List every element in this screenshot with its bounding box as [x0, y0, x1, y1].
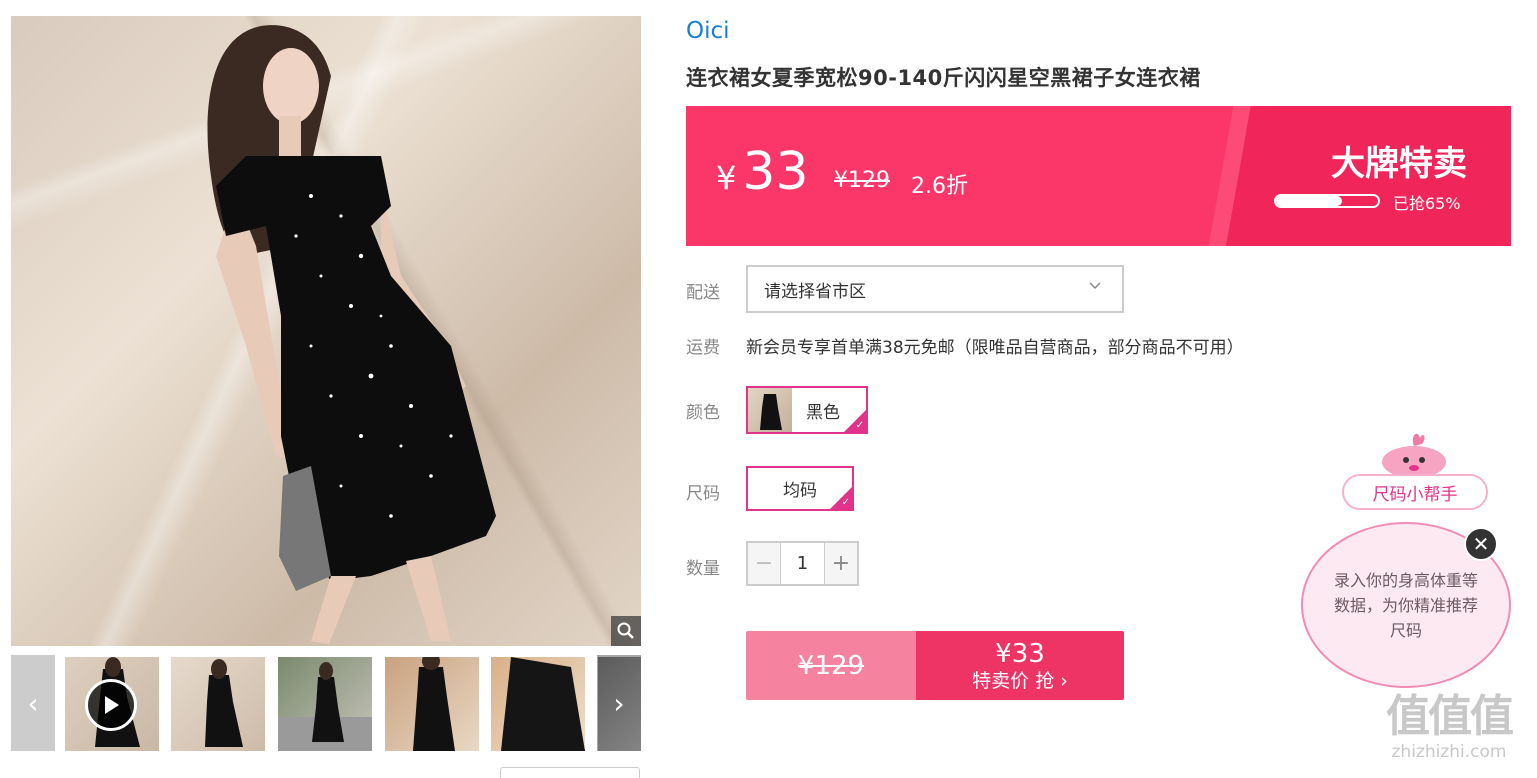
size-helper-message: 录入你的身高体重等数据，为你精准推荐尺码: [1333, 570, 1478, 640]
buy-now-box[interactable]: ¥129 ¥33 特卖价 抢 ›: [746, 631, 1124, 700]
sale-price-value: 33: [742, 142, 809, 202]
buy-now-button[interactable]: ¥33 特卖价 抢 ›: [916, 631, 1124, 700]
color-option-black[interactable]: 黑色 ✓: [746, 386, 868, 434]
cutoff-button[interactable]: [500, 767, 640, 778]
thumbnail-next-button[interactable]: ›: [597, 655, 641, 751]
thumbnail-figure: [413, 657, 455, 751]
thumbnail-image[interactable]: [171, 657, 265, 751]
thumbnail-video[interactable]: [65, 657, 159, 751]
thumbnail-figure: [205, 659, 243, 747]
size-label: 尺码: [686, 484, 720, 504]
sold-progress-fill: [1276, 196, 1343, 206]
thumbnail-image[interactable]: [385, 657, 479, 751]
price-banner: ¥ 33 ¥129 2.6折 大牌特卖 已抢65%: [686, 106, 1511, 246]
brand-link[interactable]: Oici: [686, 18, 730, 44]
thumbnail-figure: [278, 662, 372, 751]
bottom-cutoff-row: [0, 765, 1537, 778]
mascot-icon: [1382, 433, 1446, 478]
model-figure: [207, 25, 496, 644]
color-swatch-image: [748, 388, 792, 432]
thumbnail-strip: ‹ ›: [11, 655, 641, 751]
buy-sale-price: ¥33: [995, 638, 1045, 669]
play-video-button[interactable]: [85, 679, 137, 731]
chevron-down-icon: [1088, 279, 1102, 295]
sold-progress-label: 已抢65%: [1393, 194, 1461, 213]
watermark-url: zhizhizhi.com: [1391, 742, 1507, 762]
shipping-label: 运费: [686, 338, 720, 358]
size-helper-button[interactable]: 尺码小帮手: [1342, 474, 1488, 510]
thumbnail-image[interactable]: [491, 657, 585, 751]
sale-price: ¥ 33: [716, 142, 809, 202]
chevron-left-icon: ‹: [27, 686, 39, 720]
thumbnail-image[interactable]: [278, 657, 372, 751]
main-product-image[interactable]: [11, 16, 641, 646]
close-icon[interactable]: ✕: [1464, 527, 1498, 561]
delivery-placeholder: 请选择省市区: [764, 281, 866, 302]
delivery-label: 配送: [686, 283, 720, 303]
flash-sale-badge: 大牌特卖: [1331, 144, 1467, 184]
color-label: 颜色: [686, 403, 720, 423]
buy-action-label: 特卖价 抢 ›: [972, 669, 1068, 692]
chevron-right-icon: ›: [613, 686, 625, 720]
currency-symbol: ¥: [716, 159, 737, 197]
size-helper-widget: 尺码小帮手 录入你的身高体重等数据，为你精准推荐尺码 ✕: [1298, 430, 1518, 695]
quantity-decrease-button[interactable]: −: [748, 543, 780, 584]
size-option-onesize[interactable]: 均码 ✓: [746, 466, 854, 511]
watermark: 值值值 zhizhizhi.com: [1386, 691, 1514, 763]
product-title: 连衣裙女夏季宽松90-140斤闪闪星空黑裙子女连衣裙: [686, 66, 1201, 90]
magnifier-icon: [617, 622, 634, 639]
play-icon: [105, 696, 119, 714]
discount-label: 2.6折: [911, 174, 968, 199]
shipping-info: 新会员专享首单满38元免邮（限唯品自营商品，部分商品不可用）: [746, 338, 1244, 358]
quantity-stepper: − 1 +: [746, 541, 859, 586]
buy-original-price: ¥129: [746, 631, 916, 700]
watermark-logo: 值值值: [1386, 691, 1514, 742]
thumbnail-prev-button[interactable]: ‹: [11, 655, 55, 751]
color-option-label: 黑色: [806, 402, 840, 423]
quantity-label: 数量: [686, 559, 720, 579]
quantity-increase-button[interactable]: +: [825, 543, 857, 584]
delivery-region-select[interactable]: 请选择省市区: [746, 265, 1124, 313]
size-option-label: 均码: [783, 481, 817, 501]
product-page: ‹ › Oici 连衣裙女夏季宽松90-140斤闪闪星空黑裙子女连衣裙 ¥ 33…: [0, 0, 1537, 778]
thumbnail-figure: [501, 657, 585, 751]
zoom-button[interactable]: [611, 616, 641, 646]
original-price: ¥129: [834, 168, 890, 193]
sold-progress-bar: [1274, 194, 1380, 208]
quantity-value[interactable]: 1: [780, 543, 825, 584]
check-icon: ✓: [841, 497, 850, 508]
check-icon: ✓: [855, 420, 864, 431]
